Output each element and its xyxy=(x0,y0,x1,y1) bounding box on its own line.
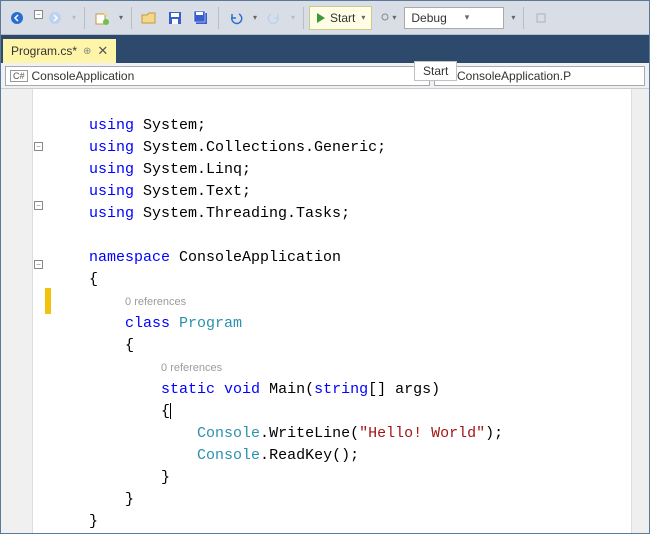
scope-dropdown[interactable]: C# ConsoleApplication xyxy=(5,66,430,86)
navigation-bar: C# ConsoleApplication ConsoleApplication… xyxy=(1,63,649,89)
undo-button[interactable] xyxy=(224,6,248,30)
vertical-scrollbar[interactable] xyxy=(631,89,649,533)
new-project-dropdown[interactable]: ▾ xyxy=(116,6,126,30)
close-icon[interactable]: ✕ xyxy=(97,43,108,59)
separator xyxy=(84,7,85,29)
start-dropdown-icon: ▾ xyxy=(361,13,365,22)
step-button[interactable] xyxy=(529,6,553,30)
config-label: Debug xyxy=(411,11,446,25)
scope-label: ConsoleApplication xyxy=(32,69,135,83)
forward-history-dropdown[interactable]: ▾ xyxy=(69,6,79,30)
main-toolbar: ▾ ▾ ▾ ▾ ▾ Start ▾ ▾ Debug ▾ xyxy=(1,1,649,35)
forward-button[interactable] xyxy=(43,6,67,30)
member-label: ConsoleApplication.P xyxy=(457,69,571,83)
save-all-button[interactable] xyxy=(189,6,213,30)
separator xyxy=(303,7,304,29)
code-area[interactable]: using System; using System.Collections.G… xyxy=(33,89,631,533)
separator xyxy=(523,7,524,29)
tab-title: Program.cs* xyxy=(11,44,77,58)
pin-icon[interactable]: ⊕ xyxy=(83,46,91,57)
tab-program-cs[interactable]: Program.cs* ⊕ ✕ xyxy=(3,39,116,63)
start-tooltip: Start xyxy=(414,61,457,81)
code-editor[interactable]: − − − − using System; using System.Colle… xyxy=(1,89,649,533)
separator xyxy=(218,7,219,29)
csharp-badge: C# xyxy=(10,70,28,82)
play-icon xyxy=(316,12,326,24)
back-button[interactable] xyxy=(5,6,29,30)
redo-dropdown[interactable]: ▾ xyxy=(288,6,298,30)
start-label: Start xyxy=(330,11,355,25)
save-button[interactable] xyxy=(163,6,187,30)
new-project-button[interactable] xyxy=(90,6,114,30)
gutter xyxy=(1,89,33,533)
platform-dropdown[interactable]: ▾ xyxy=(508,6,518,30)
undo-dropdown[interactable]: ▾ xyxy=(250,6,260,30)
separator xyxy=(131,7,132,29)
chevron-down-icon: ▾ xyxy=(392,13,396,22)
redo-button[interactable] xyxy=(262,6,286,30)
configuration-dropdown[interactable]: Debug xyxy=(404,7,504,29)
document-tabs: Program.cs* ⊕ ✕ Start xyxy=(1,35,649,63)
open-file-button[interactable] xyxy=(137,6,161,30)
start-target-dropdown[interactable] xyxy=(378,6,392,30)
member-dropdown[interactable]: ConsoleApplication.P xyxy=(434,66,645,86)
start-debug-button[interactable]: Start ▾ xyxy=(309,6,372,30)
